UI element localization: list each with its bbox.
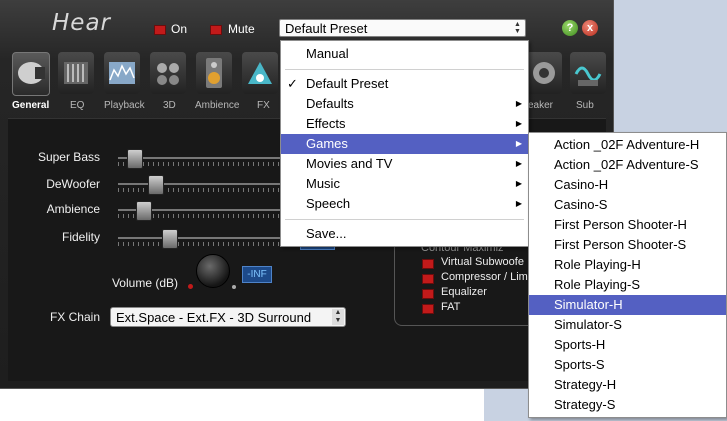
general-tab-icon[interactable] xyxy=(12,52,50,96)
fx-chain-select[interactable]: Ext.Space - Ext.FX - 3D Surround xyxy=(110,307,346,327)
games-item[interactable]: Role Playing-S xyxy=(529,275,726,295)
menu-item-default-preset[interactable]: ✓ Default Preset xyxy=(281,74,528,94)
games-item-selected[interactable]: Simulator-H xyxy=(529,295,726,315)
fx-item-equalizer[interactable]: Equalizer xyxy=(441,286,487,298)
submenu-arrow-icon: ▶ xyxy=(515,139,522,148)
games-submenu: Action _02F Adventure-H Action _02F Adve… xyxy=(528,132,727,418)
tab-ambience[interactable]: Ambience xyxy=(195,100,239,111)
preset-value: Default Preset xyxy=(285,21,368,36)
menu-separator xyxy=(285,219,524,220)
menu-item-defaults[interactable]: Defaults ▶ xyxy=(281,94,528,114)
eq-tab-icon[interactable] xyxy=(58,52,94,94)
fx-item-virtual-sub[interactable]: Virtual Subwoofe xyxy=(441,256,524,268)
fidelity-slider[interactable] xyxy=(162,229,179,249)
preset-select[interactable]: Default Preset ▲ ▼ xyxy=(279,19,526,37)
menu-item-games[interactable]: Games ▶ xyxy=(281,134,528,154)
fx-tab-icon[interactable] xyxy=(242,52,278,94)
games-item[interactable]: First Person Shooter-S xyxy=(529,235,726,255)
help-button[interactable]: ? xyxy=(562,20,578,36)
sub-tab-icon[interactable] xyxy=(570,52,606,94)
dewoofer-track[interactable] xyxy=(118,183,280,185)
games-item[interactable]: Casino-S xyxy=(529,195,726,215)
games-item[interactable]: Action _02F Adventure-S xyxy=(529,155,726,175)
submenu-arrow-icon: ▶ xyxy=(515,159,522,168)
submenu-arrow-icon: ▶ xyxy=(515,99,522,108)
games-item[interactable]: Simulator-S xyxy=(529,315,726,335)
games-item[interactable]: Sports-S xyxy=(529,355,726,375)
checkmark-icon: ✓ xyxy=(287,76,298,91)
submenu-arrow-icon: ▶ xyxy=(515,119,522,128)
dewoofer-label: DeWoofer xyxy=(46,177,100,191)
submenu-arrow-icon: ▶ xyxy=(515,199,522,208)
fidelity-label: Fidelity xyxy=(61,230,100,244)
fx-led-virtual-sub-icon[interactable] xyxy=(422,259,434,269)
fx-led-fat-icon[interactable] xyxy=(422,304,434,314)
games-item[interactable]: Action _02F Adventure-H xyxy=(529,135,726,155)
volume-knob[interactable] xyxy=(196,254,230,288)
tab-eq[interactable]: EQ xyxy=(70,100,84,111)
ambience-label: Ambience xyxy=(46,202,100,216)
games-item[interactable]: Casino-H xyxy=(529,175,726,195)
playback-tab-icon[interactable] xyxy=(104,52,140,94)
3d-tab-icon[interactable] xyxy=(150,52,186,94)
fx-item-fat[interactable]: FAT xyxy=(441,301,460,313)
fidelity-ticks xyxy=(118,242,280,246)
games-item[interactable]: Strategy-H xyxy=(529,375,726,395)
tab-sub[interactable]: Sub xyxy=(576,100,594,111)
super-bass-slider[interactable] xyxy=(126,149,143,169)
volume-readout: -INF xyxy=(242,266,272,283)
menu-item-speech[interactable]: Speech ▶ xyxy=(281,194,528,214)
submenu-arrow-icon: ▶ xyxy=(515,179,522,188)
on-label: On xyxy=(171,22,188,36)
games-item[interactable]: Strategy-S xyxy=(529,395,726,415)
mute-led-icon[interactable] xyxy=(210,25,222,35)
games-item[interactable]: Role Playing-H xyxy=(529,255,726,275)
volume-max-dot-icon xyxy=(232,285,236,289)
fidelity-track[interactable] xyxy=(118,237,280,239)
tab-playback[interactable]: Playback xyxy=(104,100,145,111)
tab-3d[interactable]: 3D xyxy=(163,100,176,111)
fx-led-equalizer-icon[interactable] xyxy=(422,289,434,299)
dewoofer-slider[interactable] xyxy=(147,175,164,195)
ambience-slider[interactable] xyxy=(135,201,152,221)
games-item[interactable]: Sports-H xyxy=(529,335,726,355)
mute-label: Mute xyxy=(228,22,255,36)
fx-chain-value: Ext.Space - Ext.FX - 3D Surround xyxy=(116,310,312,325)
fx-chain-label: FX Chain xyxy=(49,310,100,324)
menu-item-manual[interactable]: Manual xyxy=(281,44,528,64)
menu-item-save[interactable]: Save... xyxy=(281,224,528,244)
menu-item-music[interactable]: Music ▶ xyxy=(281,174,528,194)
preset-menu: Manual ✓ Default Preset Defaults ▶ Effects… xyxy=(280,40,529,247)
speaker-tab-icon[interactable] xyxy=(526,52,562,94)
menu-separator xyxy=(285,69,524,70)
fx-item-compressor[interactable]: Compressor / Lim xyxy=(441,271,528,283)
menu-item-movies-tv[interactable]: Movies and TV ▶ xyxy=(281,154,528,174)
close-button[interactable]: x xyxy=(582,20,598,36)
spinner-arrows-icon[interactable]: ▲ ▼ xyxy=(512,21,523,35)
app-title: Hear xyxy=(52,10,111,36)
tab-fx[interactable]: FX xyxy=(257,100,270,111)
on-led-icon[interactable] xyxy=(154,25,166,35)
fx-chain-spinner-icon[interactable]: ▲ ▼ xyxy=(332,309,344,325)
dewoofer-ticks xyxy=(118,188,280,192)
menu-item-effects[interactable]: Effects ▶ xyxy=(281,114,528,134)
tab-speaker[interactable]: eaker xyxy=(528,100,553,111)
tab-general[interactable]: General xyxy=(12,100,49,111)
games-item[interactable]: First Person Shooter-H xyxy=(529,215,726,235)
volume-label: Volume (dB) xyxy=(111,276,178,290)
ambience-tab-icon[interactable] xyxy=(196,52,232,94)
volume-min-led-icon xyxy=(188,284,193,289)
fx-led-compressor-icon[interactable] xyxy=(422,274,434,284)
super-bass-label: Super Bass xyxy=(37,150,100,164)
